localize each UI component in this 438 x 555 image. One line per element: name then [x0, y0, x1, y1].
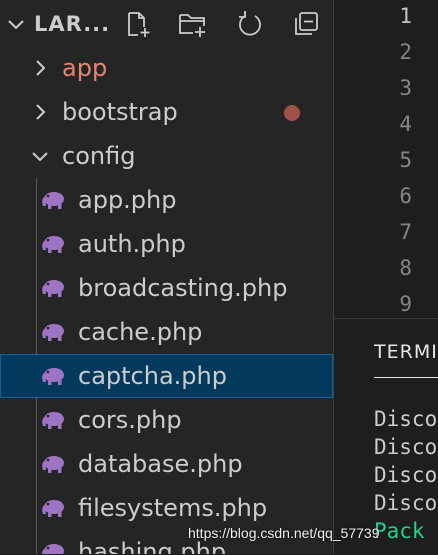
- editor-line-numbers: 1 2 3 4 5 6 7 8 9: [334, 0, 438, 320]
- file-item[interactable]: cache.php: [0, 310, 333, 354]
- file-item[interactable]: captcha.php: [0, 354, 333, 398]
- file-label: filesystems.php: [78, 494, 268, 522]
- explorer-header: LAR...: [0, 0, 333, 48]
- line-number: 9: [399, 292, 412, 316]
- php-elephant-icon: [42, 412, 64, 429]
- terminal-line: Disco: [374, 463, 438, 487]
- chevron-right-icon: [36, 60, 46, 76]
- line-number: 4: [399, 112, 412, 136]
- line-number: 6: [399, 184, 412, 208]
- php-elephant-icon: [42, 324, 64, 341]
- php-elephant-icon: [42, 236, 64, 253]
- php-elephant-icon: [42, 500, 64, 517]
- file-item[interactable]: cors.php: [0, 398, 333, 442]
- folder-label: app: [62, 54, 108, 82]
- new-file-icon[interactable]: [124, 10, 152, 38]
- folder-app[interactable]: app: [0, 46, 333, 121]
- chevron-down-icon: [32, 152, 48, 162]
- file-item[interactable]: filesystems.php: [0, 486, 333, 530]
- php-elephant-icon: [42, 280, 64, 297]
- project-title[interactable]: LAR...: [34, 12, 110, 36]
- php-elephant-icon: [42, 456, 64, 473]
- terminal-line: Disco: [374, 435, 438, 459]
- tab-terminal[interactable]: TERMI: [374, 341, 438, 363]
- file-label: cache.php: [78, 318, 203, 346]
- chevron-right-icon: [36, 104, 46, 120]
- refresh-icon[interactable]: [236, 10, 264, 38]
- file-item[interactable]: auth.php: [0, 222, 333, 266]
- file-label: captcha.php: [78, 362, 227, 390]
- collapse-all-icon[interactable]: [292, 10, 320, 38]
- active-tab-indicator: [374, 377, 438, 378]
- line-number: 1: [399, 4, 412, 28]
- explorer-sidebar: LAR... app bootstrap config app.php auth…: [0, 0, 333, 554]
- line-number: 5: [399, 148, 412, 172]
- file-item[interactable]: database.php: [0, 442, 333, 486]
- folder-label: bootstrap: [62, 98, 178, 126]
- file-item[interactable]: app.php: [0, 178, 333, 222]
- file-label: database.php: [78, 450, 243, 478]
- php-elephant-icon: [42, 192, 64, 209]
- file-label: app.php: [78, 186, 177, 214]
- folder-label: config: [62, 142, 136, 170]
- folder-config[interactable]: config: [0, 134, 333, 178]
- terminal-line: Disco: [374, 407, 438, 431]
- new-folder-icon[interactable]: [178, 10, 206, 38]
- line-number: 3: [399, 76, 412, 100]
- folder-bootstrap[interactable]: bootstrap: [0, 90, 333, 134]
- chevron-down-icon[interactable]: [6, 14, 26, 34]
- terminal-line: Pack: [374, 519, 425, 543]
- line-number: 2: [399, 40, 412, 64]
- file-label: broadcasting.php: [78, 274, 288, 302]
- file-label: auth.php: [78, 230, 186, 258]
- file-label: cors.php: [78, 406, 182, 434]
- line-number: 8: [399, 256, 412, 280]
- file-item[interactable]: broadcasting.php: [0, 266, 333, 310]
- terminal-line: Disco: [374, 491, 438, 515]
- line-number: 7: [399, 220, 412, 244]
- terminal-panel: TERMI Disco Disco Disco Disco Pack: [334, 318, 438, 555]
- watermark: https://blog.csdn.net/qq_57739: [188, 525, 380, 541]
- php-elephant-icon: [42, 544, 64, 554]
- php-elephant-icon: [42, 368, 64, 385]
